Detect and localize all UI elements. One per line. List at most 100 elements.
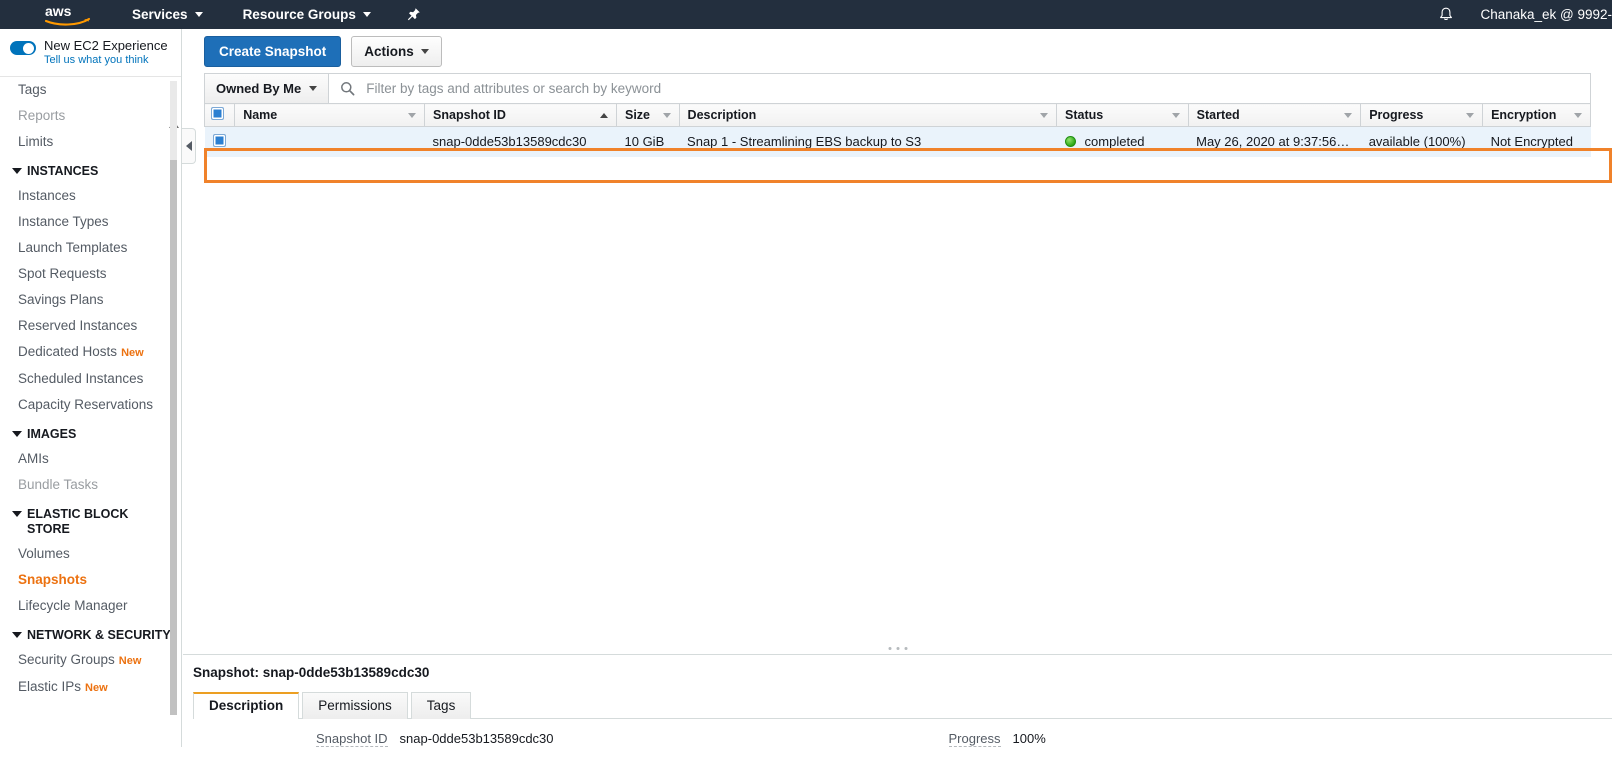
sidebar-item-spot-requests[interactable]: Spot Requests <box>0 261 181 287</box>
sidebar-group-elastic-block-store[interactable]: ELASTIC BLOCK STORE <box>0 498 181 541</box>
tab-description[interactable]: Description <box>193 692 299 719</box>
sidebar-item-limits[interactable]: Limits <box>0 129 181 155</box>
chevron-down-icon <box>363 12 371 17</box>
sidebar-item-capacity-reservations[interactable]: Capacity Reservations <box>0 392 181 418</box>
owner-filter-dropdown[interactable]: Owned By Me <box>205 74 329 103</box>
svg-text:aws: aws <box>45 4 72 19</box>
nav-services-label: Services <box>132 7 188 22</box>
create-snapshot-button[interactable]: Create Snapshot <box>204 36 341 67</box>
sort-caret-icon <box>1574 113 1582 118</box>
sidebar-item-dedicated-hosts[interactable]: Dedicated HostsNew <box>0 339 181 366</box>
tab-tags[interactable]: Tags <box>411 692 472 719</box>
sidebar-item-elastic-ips-label: Elastic IPs <box>18 679 81 694</box>
select-all-checkbox[interactable] <box>211 107 224 120</box>
pin-icon[interactable] <box>407 7 421 22</box>
triangle-down-icon <box>12 431 22 437</box>
grip-dot <box>888 647 891 650</box>
nav-resource-groups[interactable]: Resource Groups <box>243 7 371 22</box>
column-header-status[interactable]: Status <box>1057 104 1189 127</box>
column-header-description-label: Description <box>688 108 757 122</box>
new-experience-toggle[interactable] <box>10 41 36 55</box>
sidebar-item-amis[interactable]: AMIs <box>0 446 181 472</box>
sidebar-item-security-groups[interactable]: Security GroupsNew <box>0 647 181 674</box>
sidebar-item-reserved-instances[interactable]: Reserved Instances <box>0 313 181 339</box>
cell-encryption: Not Encrypted <box>1483 127 1591 157</box>
column-header-description[interactable]: Description <box>679 104 1057 127</box>
detail-tabs: Description Permissions Tags <box>193 692 1612 719</box>
new-experience-feedback-link[interactable]: Tell us what you think <box>44 54 168 68</box>
account-menu[interactable]: Chanaka_ek @ 9992- <box>1480 7 1612 22</box>
column-header-encryption-label: Encryption <box>1491 108 1556 122</box>
table-header-row: Name Snapshot ID Size Description Status… <box>205 104 1591 127</box>
sort-caret-icon <box>1172 113 1180 118</box>
cell-description: Snap 1 - Streamlining EBS backup to S3 <box>679 127 1057 157</box>
actions-button[interactable]: Actions <box>351 36 442 67</box>
cell-started: May 26, 2020 at 9:37:56 PM … <box>1188 127 1361 157</box>
detail-field-snapshot-id-label: Snapshot ID <box>316 731 388 747</box>
sidebar-item-instance-types[interactable]: Instance Types <box>0 209 181 235</box>
column-header-encryption[interactable]: Encryption <box>1483 104 1591 127</box>
sidebar-collapse-button[interactable] <box>182 128 196 164</box>
sidebar-item-bundle-tasks[interactable]: Bundle Tasks <box>0 472 181 498</box>
triangle-down-icon <box>12 168 22 174</box>
sidebar-group-ebs-label: ELASTIC BLOCK STORE <box>27 507 171 537</box>
sidebar-item-tags[interactable]: Tags <box>0 77 181 103</box>
column-header-progress-label: Progress <box>1369 108 1423 122</box>
chevron-down-icon <box>309 86 317 91</box>
row-select-cell[interactable] <box>205 127 235 157</box>
sort-caret-icon <box>1040 113 1048 118</box>
table-body: snap-0dde53b13589cdc30 10 GiB Snap 1 - S… <box>205 127 1591 157</box>
search-area <box>329 74 1590 103</box>
detail-fields-row: Snapshot ID snap-0dde53b13589cdc30 Progr… <box>183 719 1612 747</box>
detail-field-progress-label: Progress <box>949 731 1001 747</box>
sidebar-item-savings-plans[interactable]: Savings Plans <box>0 287 181 313</box>
cell-size: 10 GiB <box>617 127 680 157</box>
bell-icon[interactable] <box>1438 6 1454 23</box>
chevron-down-icon <box>421 49 429 54</box>
detail-field-progress-value: 100% <box>1013 731 1046 746</box>
nav-services[interactable]: Services <box>132 7 203 22</box>
column-header-name[interactable]: Name <box>235 104 425 127</box>
sidebar-group-images[interactable]: IMAGES <box>0 418 181 446</box>
cell-status: completed <box>1057 127 1189 157</box>
new-experience-toggle-row: New EC2 Experience Tell us what you thin… <box>0 29 181 77</box>
table-row[interactable]: snap-0dde53b13589cdc30 10 GiB Snap 1 - S… <box>205 127 1591 157</box>
new-badge: New <box>121 347 144 359</box>
column-header-size-label: Size <box>625 108 650 122</box>
snapshots-table-wrap: Name Snapshot ID Size Description Status… <box>204 103 1591 157</box>
column-header-progress[interactable]: Progress <box>1361 104 1483 127</box>
actions-button-label: Actions <box>364 44 414 59</box>
aws-logo[interactable]: aws <box>44 4 92 26</box>
triangle-down-icon <box>12 632 22 638</box>
splitter-grip-handle[interactable] <box>888 647 907 650</box>
sidebar-item-launch-templates[interactable]: Launch Templates <box>0 235 181 261</box>
column-header-size[interactable]: Size <box>617 104 680 127</box>
search-input[interactable] <box>364 80 1590 97</box>
panel-splitter[interactable] <box>183 626 1612 655</box>
column-header-started[interactable]: Started <box>1188 104 1361 127</box>
sidebar-item-volumes[interactable]: Volumes <box>0 541 181 567</box>
sidebar-item-snapshots[interactable]: Snapshots <box>0 567 181 593</box>
sidebar-item-lifecycle-manager[interactable]: Lifecycle Manager <box>0 593 181 619</box>
sidebar-item-reports[interactable]: Reports <box>0 103 181 129</box>
select-all-header[interactable] <box>205 104 235 127</box>
sidebar-group-images-label: IMAGES <box>27 427 76 442</box>
sidebar-item-elastic-ips[interactable]: Elastic IPsNew <box>0 674 181 701</box>
detail-field-progress: Progress 100% <box>949 731 1046 747</box>
sidebar-group-network-security[interactable]: NETWORK & SECURITY <box>0 619 181 647</box>
triangle-down-icon <box>12 511 22 517</box>
column-header-snapshot-id[interactable]: Snapshot ID <box>425 104 617 127</box>
sidebar-item-scheduled-instances[interactable]: Scheduled Instances <box>0 366 181 392</box>
action-toolbar: Create Snapshot Actions <box>183 29 1612 73</box>
nav-resource-groups-label: Resource Groups <box>243 7 356 22</box>
main-content: Create Snapshot Actions Owned By Me <box>183 29 1612 747</box>
column-header-name-label: Name <box>243 108 277 122</box>
sidebar-group-instances[interactable]: INSTANCES <box>0 155 181 183</box>
column-header-status-label: Status <box>1065 108 1103 122</box>
sidebar-nav-scroll: Tags Reports Limits INSTANCES Instances … <box>0 77 181 717</box>
sort-caret-icon <box>408 113 416 118</box>
row-checkbox[interactable] <box>213 134 226 147</box>
sidebar-scrollbar-thumb[interactable] <box>170 160 177 715</box>
sidebar-item-instances[interactable]: Instances <box>0 183 181 209</box>
tab-permissions[interactable]: Permissions <box>302 692 408 719</box>
